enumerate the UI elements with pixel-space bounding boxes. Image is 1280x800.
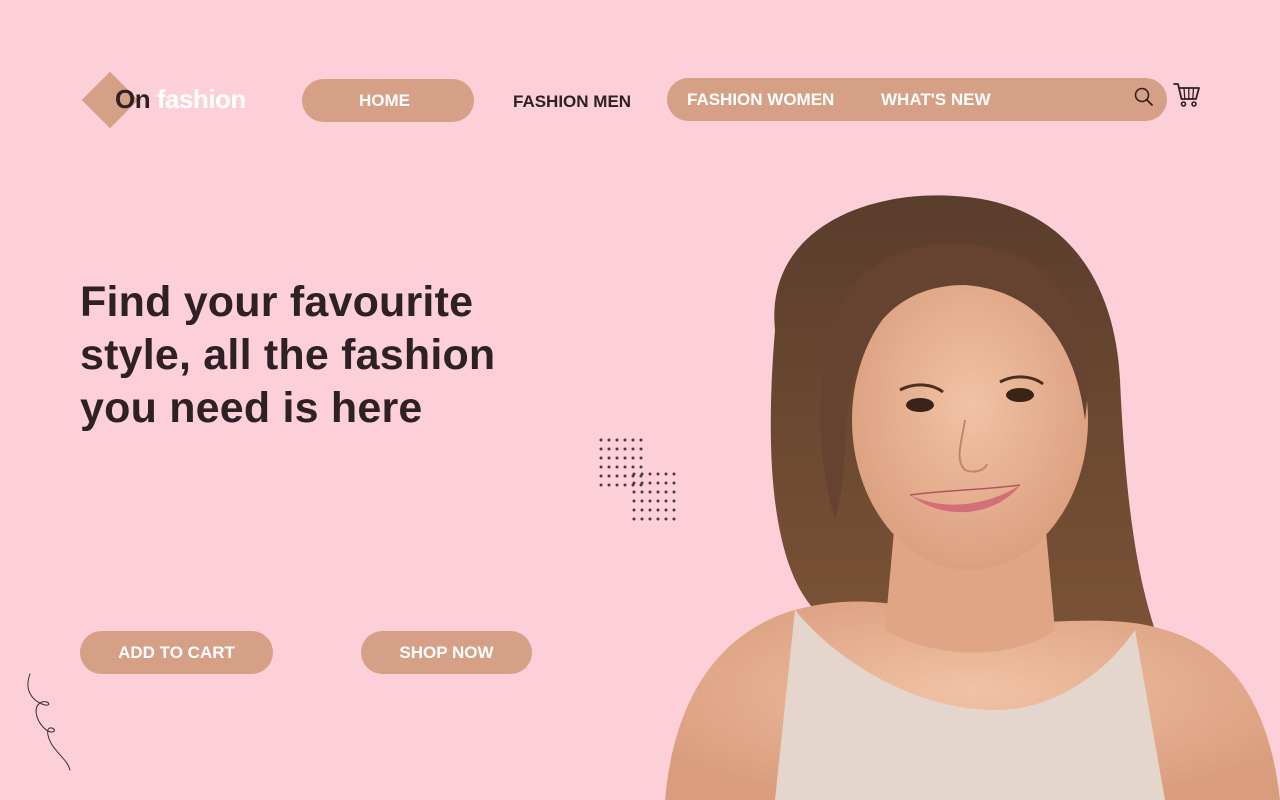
shop-now-button[interactable]: SHOP NOW [361, 631, 532, 674]
brand-name: On fashion [115, 84, 246, 115]
squiggle-decoration [27, 673, 71, 771]
model-photo [665, 195, 1280, 800]
hero-headline: Find your favourite style, all the fashi… [80, 276, 550, 435]
brand-word-fashion: fashion [156, 84, 246, 114]
hero-line-2: style, all the fashion [80, 331, 496, 379]
nav-fashion-men[interactable]: FASHION MEN [513, 92, 631, 112]
hero-line-3: you need is here [80, 384, 423, 432]
add-to-cart-button[interactable]: ADD TO CART [80, 631, 273, 674]
brand-word-on: On [115, 84, 151, 114]
hero-line-1: Find your favourite [80, 278, 474, 326]
nav-group-pill: FASHION WOMEN WHAT'S NEW [667, 78, 1167, 121]
nav-home-pill[interactable]: HOME [302, 79, 474, 122]
brand-logo[interactable]: On fashion [80, 70, 260, 132]
nav-home[interactable]: HOME [359, 91, 410, 111]
cart-icon[interactable] [1172, 80, 1202, 110]
search-icon[interactable] [1133, 86, 1155, 108]
nav-whats-new[interactable]: WHAT'S NEW [881, 90, 991, 110]
nav-fashion-women[interactable]: FASHION WOMEN [687, 90, 834, 110]
